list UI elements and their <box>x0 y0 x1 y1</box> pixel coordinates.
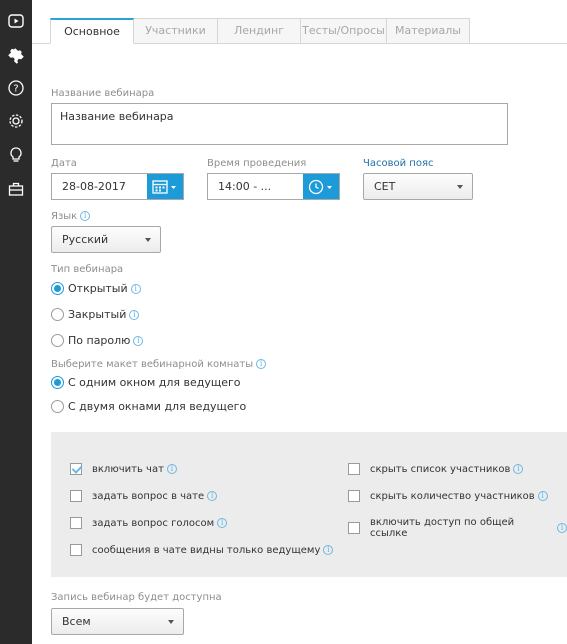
info-icon[interactable]: i <box>513 464 524 474</box>
tab-tests-polls[interactable]: Тесты/Опросы <box>301 18 387 44</box>
type-closed-option[interactable]: Закрытый i <box>51 308 140 321</box>
radio-button[interactable] <box>51 282 64 295</box>
option-label: сообщения в чате видны только ведущему <box>92 544 321 556</box>
svg-text:?: ? <box>13 84 18 95</box>
date-label: Дата <box>51 158 77 169</box>
time-label: Время проведения <box>207 158 307 169</box>
recording-label: Запись вебинар будет доступна <box>51 592 222 603</box>
language-label-text: Язык <box>51 211 78 222</box>
tab-landing[interactable]: Лендинг <box>218 18 301 44</box>
checkbox[interactable] <box>348 522 360 534</box>
option-label: скрыть количество участников <box>370 490 535 502</box>
option-ask-by-voice[interactable]: задать вопрос голосом i <box>70 517 228 529</box>
toolbox-icon[interactable] <box>0 174 32 204</box>
webinar-type-label: Тип вебинара <box>51 264 124 275</box>
webinar-title-input[interactable]: Название вебинара <box>51 103 508 145</box>
time-value[interactable]: 14:00 - ... <box>208 174 303 199</box>
checkbox[interactable] <box>348 463 360 475</box>
layout-one-window-label: С одним окном для ведущего <box>68 376 241 389</box>
option-enable-chat[interactable]: включить чат i <box>70 463 177 475</box>
option-hide-participant-count[interactable]: скрыть количество участников i <box>348 490 548 502</box>
checkbox[interactable] <box>70 517 82 529</box>
layout-one-window-option[interactable]: С одним окном для ведущего <box>51 376 241 389</box>
language-select[interactable]: Русский <box>51 226 161 253</box>
radio-button[interactable] <box>51 376 64 389</box>
tab-participants[interactable]: Участники <box>134 18 218 44</box>
sidebar: ? <box>0 0 32 644</box>
help-icon[interactable]: ? <box>0 73 32 103</box>
recording-select[interactable]: Всем <box>51 608 184 635</box>
info-icon[interactable]: i <box>207 491 218 501</box>
calendar-button[interactable] <box>147 174 183 199</box>
layout-two-windows-label: С двумя окнами для ведущего <box>68 400 247 413</box>
checkbox[interactable] <box>348 490 360 502</box>
tab-bar: Основное Участники Лендинг Тесты/Опросы … <box>50 18 470 44</box>
option-label: включить чат <box>92 463 164 475</box>
option-label: задать вопрос в чате <box>92 490 205 502</box>
option-chat-host-only[interactable]: сообщения в чате видны только ведущему i <box>70 544 334 556</box>
tab-main[interactable]: Основное <box>50 18 134 44</box>
option-label: скрыть список участников <box>370 463 511 475</box>
layout-label: Выберите макет вебинарной комнаты i <box>51 359 267 370</box>
info-icon[interactable]: i <box>130 283 141 294</box>
date-value[interactable]: 28-08-2017 <box>52 174 147 199</box>
radio-button[interactable] <box>51 334 64 347</box>
timezone-label: Часовой пояс <box>363 158 434 169</box>
chevron-down-icon <box>457 185 463 189</box>
info-icon[interactable]: i <box>323 545 334 555</box>
language-label: Язык i <box>51 211 91 222</box>
radio-button[interactable] <box>51 400 64 413</box>
webinar-title-label: Название вебинара <box>51 88 155 99</box>
info-icon[interactable]: i <box>133 335 144 346</box>
option-label: задать вопрос голосом <box>92 517 215 529</box>
info-icon[interactable]: i <box>129 309 140 320</box>
time-field[interactable]: 14:00 - ... <box>207 173 340 200</box>
info-icon[interactable]: i <box>256 359 267 369</box>
radio-button[interactable] <box>51 308 64 321</box>
calendar-icon <box>152 179 176 194</box>
option-ask-in-chat[interactable]: задать вопрос в чате i <box>70 490 218 502</box>
option-hide-participant-list[interactable]: скрыть список участников i <box>348 463 524 475</box>
options-panel: включить чат i задать вопрос в чате i зада… <box>51 432 567 577</box>
info-icon[interactable]: i <box>557 523 567 533</box>
clock-icon <box>308 179 332 194</box>
time-picker-button[interactable] <box>303 174 339 199</box>
type-open-option[interactable]: Открытый i <box>51 282 141 295</box>
date-field[interactable]: 28-08-2017 <box>51 173 184 200</box>
layout-label-text: Выберите макет вебинарной комнаты <box>51 359 254 370</box>
info-icon[interactable]: i <box>166 464 177 474</box>
puzzle-icon[interactable] <box>0 40 32 70</box>
type-password-option[interactable]: По паролю i <box>51 334 144 347</box>
info-icon[interactable]: i <box>80 211 91 221</box>
recording-value: Всем <box>62 615 91 628</box>
checkbox[interactable] <box>70 544 82 556</box>
gear-icon[interactable] <box>0 106 32 136</box>
timezone-value: CET <box>374 180 396 193</box>
checkbox[interactable] <box>70 463 82 475</box>
info-icon[interactable]: i <box>217 518 228 528</box>
type-open-label: Открытый <box>68 282 128 295</box>
lightbulb-icon[interactable] <box>0 140 32 170</box>
option-label: включить доступ по общей ссылке <box>369 517 515 539</box>
language-value: Русский <box>62 233 109 246</box>
type-closed-label: Закрытый <box>68 308 127 321</box>
checkbox[interactable] <box>70 490 82 502</box>
chevron-down-icon <box>168 620 174 624</box>
option-shared-link-access[interactable]: включить доступ по общей ссылке i <box>348 517 567 539</box>
layout-two-windows-option[interactable]: С двумя окнами для ведущего <box>51 400 246 413</box>
timezone-select[interactable]: CET <box>363 173 473 200</box>
chevron-down-icon <box>145 238 151 242</box>
info-icon[interactable]: i <box>537 491 548 501</box>
type-password-label: По паролю <box>68 334 131 347</box>
tab-materials[interactable]: Материалы <box>387 18 470 44</box>
youtube-icon[interactable] <box>0 6 32 36</box>
